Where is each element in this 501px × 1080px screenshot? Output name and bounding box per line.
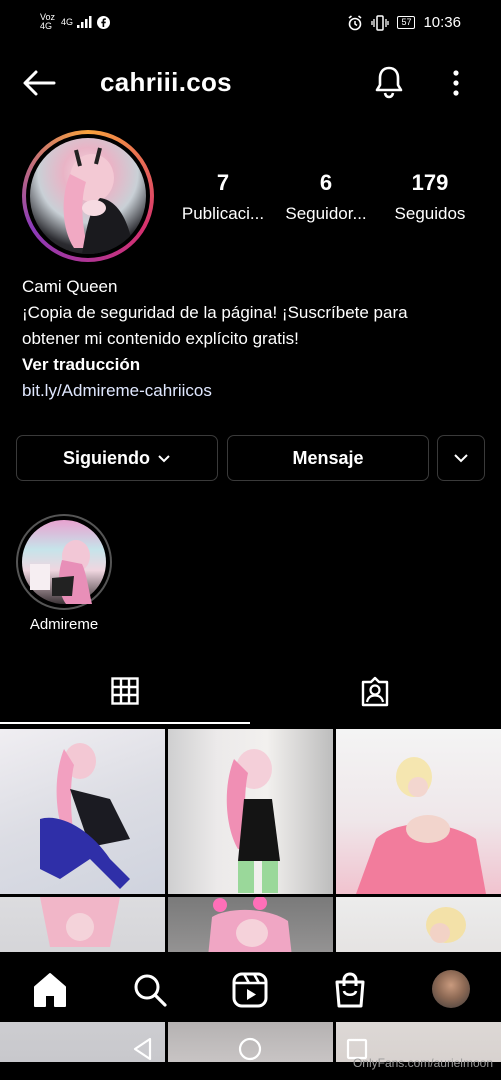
shop-icon[interactable] — [330, 970, 370, 1010]
system-back-icon[interactable] — [130, 1036, 156, 1062]
profile-bio: Cami Queen ¡Copia de seguridad de la pág… — [22, 274, 482, 404]
reels-icon[interactable] — [230, 970, 270, 1010]
home-icon[interactable] — [30, 970, 70, 1010]
system-home-icon[interactable] — [237, 1036, 263, 1062]
post-thumbnail[interactable] — [336, 729, 501, 894]
profile-header: cahriii.cos — [0, 56, 501, 112]
active-tab-indicator — [0, 722, 250, 724]
back-arrow-icon[interactable] — [22, 68, 56, 98]
watermark: OnlyFans.com/aurielmoon — [352, 1056, 493, 1070]
followers-number: 6 — [319, 170, 333, 195]
posts-number: 7 — [216, 170, 230, 195]
avatar-gap — [26, 134, 150, 258]
bottom-navigation — [0, 952, 501, 1022]
avatar-image — [30, 138, 146, 254]
facebook-icon — [97, 15, 111, 29]
following-count[interactable]: 179 Seguidos — [380, 170, 480, 224]
post-image — [226, 749, 280, 893]
tagged-person-icon — [361, 676, 389, 707]
post-image — [426, 907, 466, 943]
grid-icon — [111, 677, 139, 705]
profile-username: cahriii.cos — [100, 67, 232, 97]
post-thumbnail[interactable] — [168, 729, 333, 894]
bio-text-line-1: ¡Copia de seguridad de la página! ¡Suscr… — [22, 303, 408, 322]
tab-posts-grid[interactable] — [0, 668, 250, 724]
display-name: Cami Queen — [22, 277, 118, 296]
chevron-down-icon — [158, 455, 170, 463]
profile-avatar[interactable] — [22, 130, 154, 262]
profile-avatar-tab[interactable] — [432, 970, 470, 1008]
highlight-cover — [22, 520, 106, 604]
post-image — [356, 757, 486, 894]
highlight-photo-shape — [30, 540, 92, 604]
message-button[interactable]: Mensaje — [227, 435, 429, 481]
notification-bell-icon[interactable] — [372, 64, 406, 100]
chevron-down-icon — [454, 454, 468, 463]
followers-label: Seguidor... — [285, 204, 367, 223]
post-image — [208, 897, 292, 957]
followers-count[interactable]: 6 Seguidor... — [276, 170, 376, 224]
search-icon[interactable] — [130, 970, 170, 1010]
vibrate-icon — [371, 14, 390, 31]
status-right: 57 10:36 — [347, 14, 461, 31]
story-highlight[interactable] — [16, 514, 112, 610]
avatar-photo-shape — [63, 147, 134, 254]
battery-indicator: 57 — [397, 16, 416, 29]
following-button-label: Siguiendo — [63, 447, 150, 468]
more-options-icon[interactable] — [446, 68, 466, 98]
signal-icon — [77, 16, 92, 28]
message-button-label: Mensaje — [292, 447, 364, 468]
network-label: 4G — [61, 16, 74, 27]
post-image — [40, 743, 130, 889]
bio-link[interactable]: bit.ly/Admireme-cahriicos — [22, 378, 482, 404]
posts-label: Publicaci... — [181, 204, 265, 223]
see-translation-link[interactable]: Ver traducción — [22, 352, 482, 378]
following-number: 179 — [411, 170, 449, 195]
posts-count[interactable]: 7 Publicaci... — [173, 170, 273, 224]
status-left: Voz 4G 4G — [40, 13, 111, 31]
system-navigation — [0, 1022, 501, 1080]
alarm-icon — [348, 14, 362, 30]
post-thumbnail[interactable] — [0, 729, 165, 894]
bio-text-line-2: obtener mi contenido explícito gratis! — [22, 329, 299, 348]
following-button[interactable]: Siguiendo — [16, 435, 218, 481]
following-label: Seguidos — [394, 204, 466, 223]
highlight-label: Admireme — [29, 616, 99, 633]
carrier-sub: 4G — [40, 21, 53, 31]
post-image — [40, 897, 120, 947]
suggested-accounts-button[interactable] — [437, 435, 485, 481]
clock: 10:36 — [423, 14, 461, 31]
tab-tagged[interactable] — [251, 668, 501, 724]
status-bar: Voz 4G 4G 57 10:36 — [0, 0, 501, 44]
